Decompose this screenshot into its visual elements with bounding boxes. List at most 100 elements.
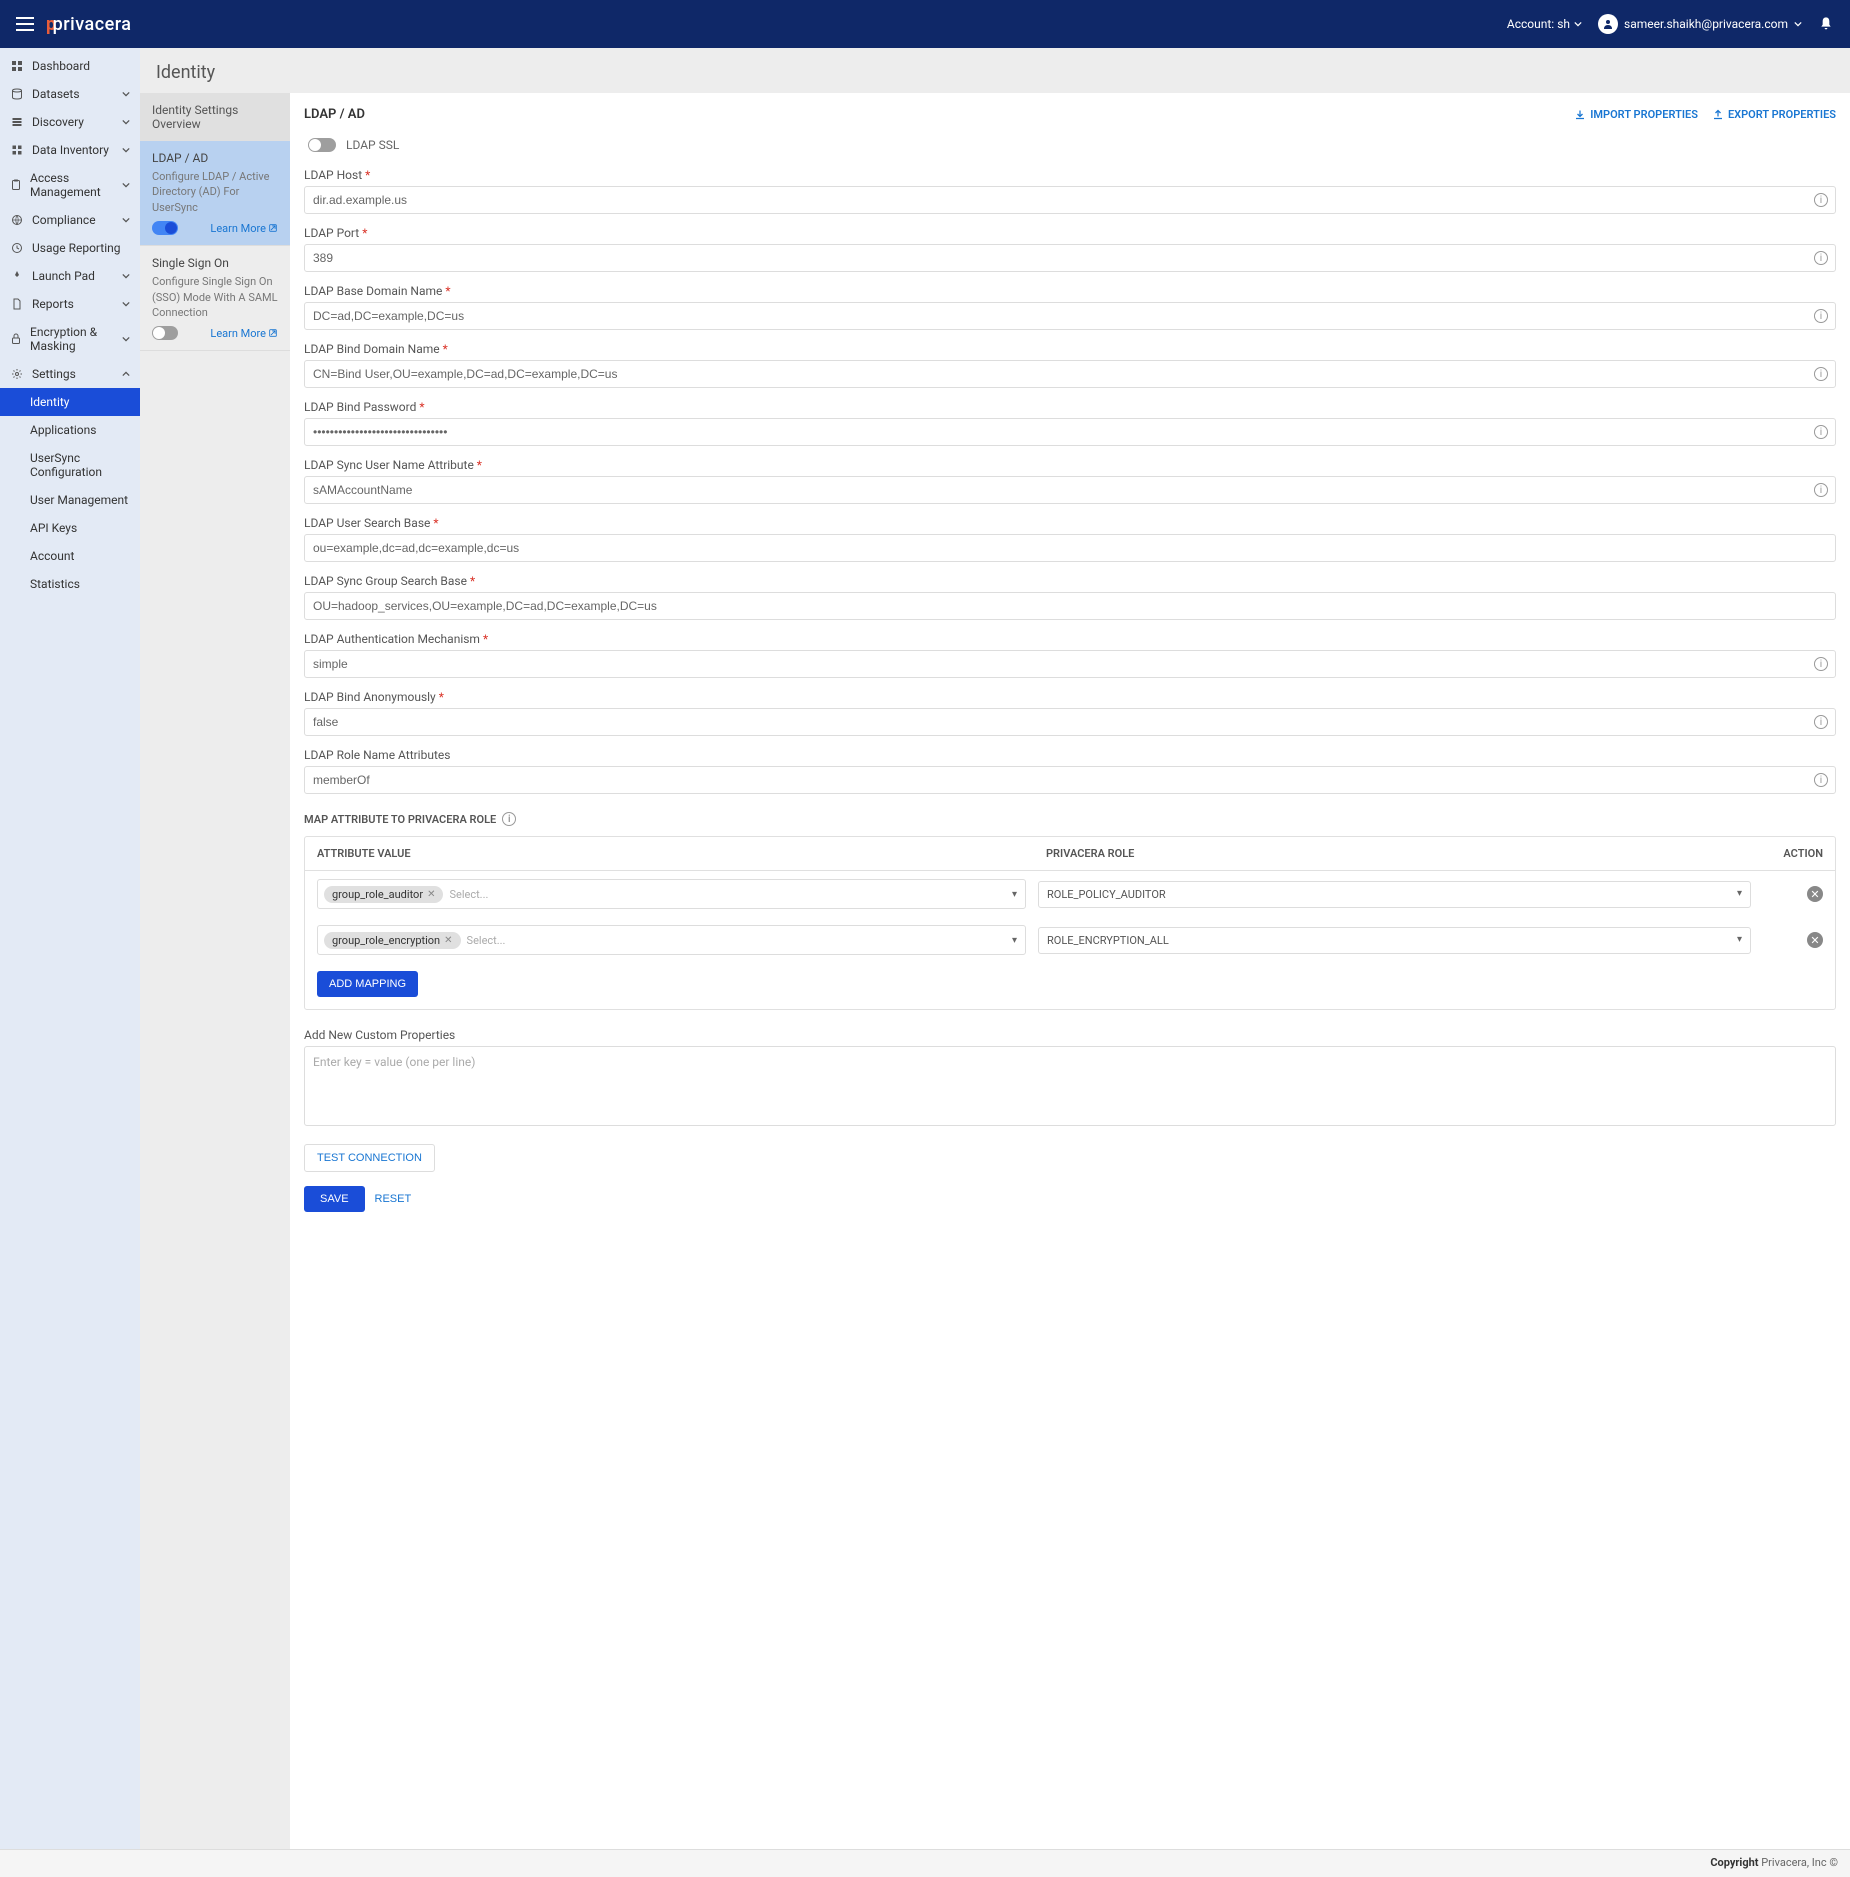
field-ldap-bind-domain-name: LDAP Bind Domain Name * i [304, 342, 1836, 388]
info-icon[interactable]: i [502, 812, 516, 826]
notifications-icon[interactable] [1818, 16, 1834, 32]
lock-icon [10, 332, 22, 346]
field-input[interactable] [304, 186, 1836, 214]
card-toggle[interactable] [152, 221, 178, 235]
info-icon[interactable]: i [1814, 309, 1828, 323]
info-icon[interactable]: i [1814, 367, 1828, 381]
field-input[interactable] [304, 592, 1836, 620]
app-header: pprivacera Account: sh sameer.shaikh@pri… [0, 0, 1850, 48]
account-selector[interactable]: Account: sh [1507, 17, 1582, 31]
field-label: LDAP Bind Domain Name * [304, 342, 1836, 356]
external-link-icon [268, 328, 278, 338]
learn-more-link[interactable]: Learn More [210, 327, 278, 340]
test-connection-button[interactable]: TEST CONNECTION [304, 1144, 435, 1172]
learn-more-link[interactable]: Learn More [210, 222, 278, 235]
field-input[interactable] [304, 476, 1836, 504]
ldap-ssl-label: LDAP SSL [346, 138, 399, 152]
remove-mapping-button[interactable]: ✕ [1807, 886, 1823, 902]
chevron-down-icon: ▾ [1012, 935, 1017, 946]
sidebar-item-label: Discovery [32, 115, 84, 129]
import-properties-button[interactable]: IMPORT PROPERTIES [1574, 108, 1698, 121]
mapping-table: ATTRIBUTE VALUE PRIVACERA ROLE ACTION gr… [304, 836, 1836, 1010]
sidebar-sub-account[interactable]: Account [0, 542, 140, 570]
sidebar-item-label: Encryption & Masking [30, 325, 122, 353]
field-input[interactable] [304, 418, 1836, 446]
field-input[interactable] [304, 534, 1836, 562]
sidebar-item-access-management[interactable]: Access Management [0, 164, 140, 206]
field-ldap-role-name-attributes: LDAP Role Name Attributes i [304, 748, 1836, 794]
info-icon[interactable]: i [1814, 483, 1828, 497]
sidebar-item-discovery[interactable]: Discovery [0, 108, 140, 136]
sidebar-item-dashboard[interactable]: Dashboard [0, 52, 140, 80]
privacera-role-select[interactable]: ROLE_POLICY_AUDITOR▾ [1038, 881, 1751, 908]
sidebar-item-compliance[interactable]: Compliance [0, 206, 140, 234]
sidebar-sub-usersync-configuration[interactable]: UserSync Configuration [0, 444, 140, 486]
info-icon[interactable]: i [1814, 193, 1828, 207]
main-panel: LDAP / AD IMPORT PROPERTIES EXPORT PROPE… [290, 93, 1850, 1849]
reset-button[interactable]: RESET [375, 1193, 412, 1205]
database-icon [10, 87, 24, 101]
gear-icon [10, 367, 24, 381]
field-ldap-port: LDAP Port *i [304, 226, 1836, 272]
sidebar-item-label: Data Inventory [32, 143, 109, 157]
field-input[interactable] [304, 708, 1836, 736]
sidebar-item-data-inventory[interactable]: Data Inventory [0, 136, 140, 164]
ldap-ssl-toggle[interactable] [308, 138, 336, 152]
custom-properties-input[interactable] [304, 1046, 1836, 1126]
chevron-down-icon: ▾ [1012, 889, 1017, 900]
sidebar-item-encryption-masking[interactable]: Encryption & Masking [0, 318, 140, 360]
col-privacera-role: PRIVACERA ROLE [1046, 847, 1763, 860]
sidebar-sub-applications[interactable]: Applications [0, 416, 140, 444]
info-icon[interactable]: i [1814, 657, 1828, 671]
avatar-icon [1598, 14, 1618, 34]
sidebar-item-label: Access Management [30, 171, 122, 199]
identity-card-ldap-ad[interactable]: LDAP / ADConfigure LDAP / Active Directo… [140, 141, 290, 246]
sidebar-item-settings[interactable]: Settings [0, 360, 140, 388]
chevron-icon [122, 118, 130, 126]
card-toggle[interactable] [152, 326, 178, 340]
field-input[interactable] [304, 766, 1836, 794]
mapping-row: group_role_auditor ✕Select...▾ ROLE_POLIC… [305, 871, 1835, 917]
sidebar-sub-user-management[interactable]: User Management [0, 486, 140, 514]
file-icon [10, 297, 24, 311]
privacera-role-select[interactable]: ROLE_ENCRYPTION_ALL▾ [1038, 927, 1751, 954]
attribute-value-select[interactable]: group_role_auditor ✕Select...▾ [317, 879, 1026, 909]
sidebar-sub-identity[interactable]: Identity [0, 388, 140, 416]
remove-mapping-button[interactable]: ✕ [1807, 932, 1823, 948]
chevron-icon [122, 272, 130, 280]
export-properties-button[interactable]: EXPORT PROPERTIES [1712, 108, 1836, 121]
chip-remove-icon[interactable]: ✕ [444, 935, 452, 946]
chevron-icon [122, 216, 130, 224]
field-label: LDAP Bind Anonymously * [304, 690, 1836, 704]
menu-toggle[interactable] [16, 17, 34, 31]
mapping-row: group_role_encryption ✕Select...▾ ROLE_EN… [305, 917, 1835, 963]
mapping-section-title: MAP ATTRIBUTE TO PRIVACERA ROLE i [304, 812, 1836, 826]
user-menu[interactable]: sameer.shaikh@privacera.com [1598, 14, 1802, 34]
field-label: LDAP Sync Group Search Base * [304, 574, 1836, 588]
field-input[interactable] [304, 302, 1836, 330]
sidebar-sub-statistics[interactable]: Statistics [0, 570, 140, 598]
info-icon[interactable]: i [1814, 715, 1828, 729]
chevron-down-icon [1794, 20, 1802, 28]
upload-icon [1712, 109, 1724, 121]
save-button[interactable]: SAVE [304, 1186, 365, 1212]
field-label: LDAP Role Name Attributes [304, 748, 1836, 762]
sidebar-item-usage-reporting[interactable]: Usage Reporting [0, 234, 140, 262]
sidebar-item-datasets[interactable]: Datasets [0, 80, 140, 108]
sidebar-sub-api-keys[interactable]: API Keys [0, 514, 140, 542]
info-icon[interactable]: i [1814, 425, 1828, 439]
identity-card-single-sign-on[interactable]: Single Sign OnConfigure Single Sign On (… [140, 246, 290, 351]
field-input[interactable] [304, 360, 1836, 388]
sidebar-item-reports[interactable]: Reports [0, 290, 140, 318]
info-icon[interactable]: i [1814, 251, 1828, 265]
info-icon[interactable]: i [1814, 773, 1828, 787]
sidebar-item-label: Compliance [32, 213, 96, 227]
add-mapping-button[interactable]: ADD MAPPING [317, 971, 418, 997]
sidebar-item-label: Reports [32, 297, 74, 311]
field-input[interactable] [304, 650, 1836, 678]
sidebar-item-launch-pad[interactable]: Launch Pad [0, 262, 140, 290]
attribute-value-select[interactable]: group_role_encryption ✕Select...▾ [317, 925, 1026, 955]
field-input[interactable] [304, 244, 1836, 272]
field-ldap-host: LDAP Host *i [304, 168, 1836, 214]
chip-remove-icon[interactable]: ✕ [427, 889, 435, 900]
